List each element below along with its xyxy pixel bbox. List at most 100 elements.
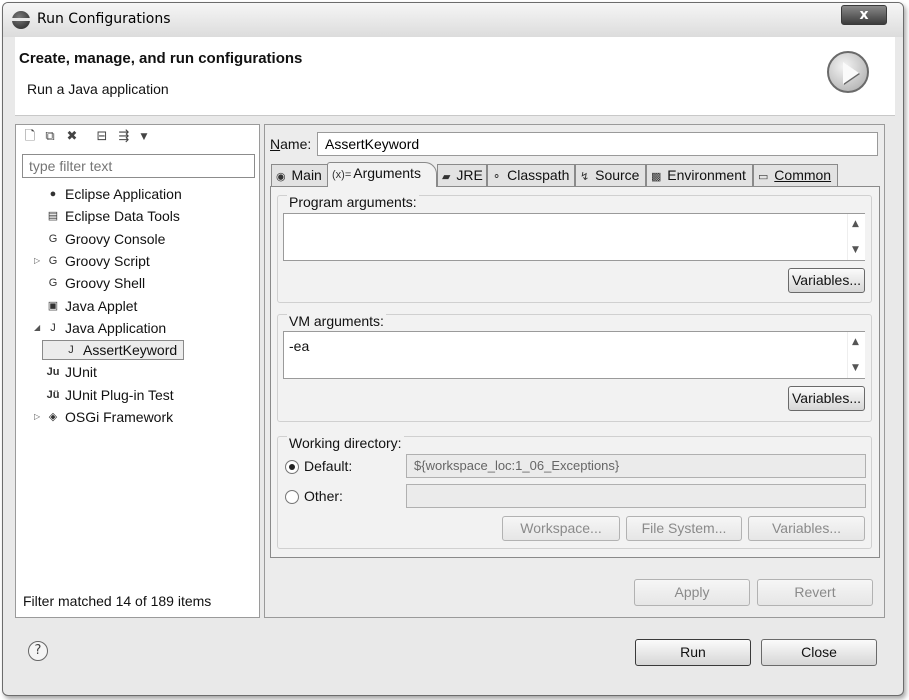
run-configurations-dialog: Run Configurations x Create, manage, and… [2, 2, 904, 696]
editor-tabs: ◉ Main (x)= Arguments ▰ JRE ⚬ Classpath ↯… [271, 162, 879, 187]
tab-common[interactable]: ▭ Common [753, 164, 838, 186]
apply-button[interactable]: Apply [634, 579, 750, 606]
tab-main[interactable]: ◉ Main [271, 164, 328, 186]
tab-label: Arguments [353, 165, 421, 181]
tree-item-label: OSGi Framework [65, 409, 174, 425]
vm-arguments-group: VM arguments: -ea ▲ ▼ Variables... [277, 313, 872, 422]
program-arguments-group: Program arguments: ▲ ▼ Variables... [277, 194, 872, 303]
tree-item-label: Groovy Shell [65, 275, 146, 291]
scroll-up-icon[interactable]: ▲ [852, 219, 859, 229]
tab-source[interactable]: ↯ Source [575, 164, 646, 186]
osgi-icon: ◈ [48, 411, 58, 423]
program-arguments-scrollbar[interactable]: ▲ ▼ [847, 214, 865, 260]
program-arguments-field[interactable] [283, 213, 865, 261]
name-label-mnemonic: N [270, 136, 281, 152]
filter-input[interactable] [22, 154, 255, 178]
groovy-icon: G [48, 255, 58, 267]
view-menu-icon[interactable]: ▼ [136, 129, 152, 145]
expand-icon[interactable]: ▷ [34, 406, 44, 428]
expand-icon[interactable]: ▷ [34, 250, 44, 272]
configuration-tree-pane: 🗋 ⧉ ✖ ⊟ ⇶ ▼ ● Eclipse Application ▤ Ecli… [15, 124, 260, 618]
classpath-tab-icon: ⚬ [492, 171, 502, 183]
program-arguments-label: Program arguments: [287, 194, 419, 210]
vm-arguments-field[interactable]: -ea [283, 331, 865, 379]
arguments-tab-icon: (x)= [332, 169, 352, 181]
other-radio-label: Other: [304, 488, 343, 504]
tree-item-label: Java Applet [65, 298, 138, 314]
eclipse-icon: ● [49, 188, 57, 200]
tree-item-label: Groovy Script [65, 253, 150, 269]
close-window-button[interactable]: x [841, 5, 887, 25]
other-directory-field[interactable] [406, 484, 866, 508]
header-subtitle: Run a Java application [27, 81, 169, 97]
title-bar: Run Configurations x [3, 3, 903, 37]
collapse-icon[interactable]: ◢ [34, 317, 44, 339]
tab-environment[interactable]: ▩ Environment [646, 164, 753, 186]
duplicate-icon[interactable]: ⧉ [42, 129, 58, 145]
default-radio[interactable] [285, 460, 299, 474]
tab-label: Classpath [507, 167, 570, 183]
arguments-tab-content: Program arguments: ▲ ▼ Variables... VM a… [270, 186, 880, 558]
source-tab-icon: ↯ [580, 171, 590, 183]
applet-icon: ▣ [47, 300, 59, 312]
revert-button[interactable]: Revert [757, 579, 873, 606]
workspace-button[interactable]: Workspace... [502, 516, 620, 541]
eclipse-icon [12, 11, 30, 29]
tree-item-label: Groovy Console [65, 231, 166, 247]
tree-item-label: JUnit [65, 364, 97, 380]
header-title: Create, manage, and run configurations [19, 50, 303, 67]
working-directory-label: Working directory: [287, 435, 404, 451]
run-button[interactable]: Run [635, 639, 751, 666]
tree-item-label: Eclipse Application [65, 186, 182, 202]
tab-label: Source [595, 167, 640, 183]
dialog-button-bar: ? Run Close [3, 623, 903, 695]
scroll-up-icon[interactable]: ▲ [852, 337, 859, 347]
working-dir-variables-button[interactable]: Variables... [748, 516, 865, 541]
jre-tab-icon: ▰ [442, 171, 451, 183]
database-icon: ▤ [47, 210, 59, 222]
tab-jre[interactable]: ▰ JRE [437, 164, 487, 186]
collapse-all-icon[interactable]: ⊟ [94, 129, 110, 145]
new-configuration-icon[interactable]: 🗋 [22, 129, 38, 145]
tab-label: Main [291, 167, 322, 183]
common-tab-icon: ▭ [758, 171, 769, 183]
tree-item-label: AssertKeyword [83, 342, 178, 358]
tab-classpath[interactable]: ⚬ Classpath [487, 164, 575, 186]
filter-icon[interactable]: ⇶ [116, 129, 132, 145]
vm-variables-button[interactable]: Variables... [788, 386, 865, 411]
tab-label: JRE [456, 167, 483, 183]
scroll-down-icon[interactable]: ▼ [852, 245, 859, 255]
name-label: Name: [270, 136, 311, 152]
program-variables-button[interactable]: Variables... [788, 268, 865, 293]
name-label-text: ame: [280, 136, 312, 152]
tree-item-label: Java Application [65, 320, 167, 336]
tab-label: Common [774, 167, 832, 183]
main-tab-icon: ◉ [276, 171, 286, 183]
tab-arguments[interactable]: (x)= Arguments [327, 162, 437, 187]
close-button[interactable]: Close [761, 639, 877, 666]
junit-plugin-icon: Jü [46, 389, 60, 401]
help-icon[interactable]: ? [28, 641, 48, 661]
window-title: Run Configurations [37, 11, 171, 27]
tab-label: Environment [667, 167, 746, 183]
scroll-down-icon[interactable]: ▼ [852, 363, 859, 373]
delete-icon[interactable]: ✖ [64, 129, 80, 145]
java-app-icon: J [50, 322, 56, 334]
junit-icon: Ju [46, 366, 60, 378]
file-system-button[interactable]: File System... [626, 516, 742, 541]
groovy-icon: G [48, 277, 58, 289]
working-directory-group: Working directory: Default: ${workspace_… [277, 435, 872, 549]
environment-tab-icon: ▩ [651, 171, 662, 183]
tree-item-label: JUnit Plug-in Test [65, 387, 174, 403]
filter-status: Filter matched 14 of 189 items [23, 593, 212, 609]
run-icon [827, 51, 869, 93]
name-input[interactable] [317, 132, 878, 156]
other-radio[interactable] [285, 490, 299, 504]
vm-arguments-scrollbar[interactable]: ▲ ▼ [847, 332, 865, 378]
default-radio-label: Default: [304, 458, 353, 474]
java-app-icon: J [68, 344, 74, 356]
vm-arguments-label: VM arguments: [287, 313, 386, 329]
groovy-icon: G [48, 233, 58, 245]
configuration-editor-pane: Name: ◉ Main (x)=Arguments ▰ JRE ⚬ Class… [264, 124, 885, 618]
default-directory-field: ${workspace_loc:1_06_Exceptions} [406, 454, 866, 478]
